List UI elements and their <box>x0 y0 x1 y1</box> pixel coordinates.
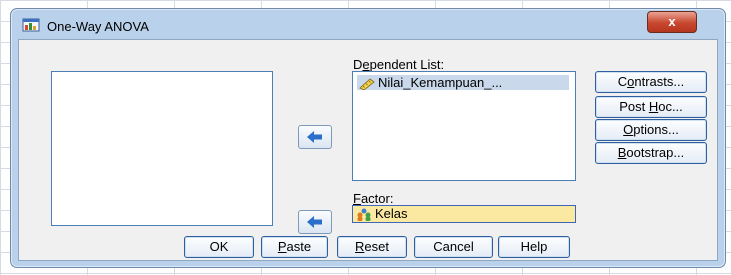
list-item[interactable]: Nilai_Kemampuan_... <box>357 75 569 90</box>
close-button[interactable]: x <box>647 11 697 33</box>
help-button[interactable]: Help <box>498 236 570 258</box>
bootstrap-button[interactable]: Bootstrap... <box>595 142 707 164</box>
title-bar[interactable]: One-Way ANOVA x <box>11 9 725 37</box>
dependent-list[interactable]: Nilai_Kemampuan_... <box>352 71 576 181</box>
factor-label: Factor: <box>353 191 394 206</box>
cancel-button[interactable]: Cancel <box>414 236 493 258</box>
one-way-anova-dialog: One-Way ANOVA x Dependent List: Nilai_Ke… <box>10 8 726 268</box>
close-icon: x <box>668 14 676 29</box>
arrow-left-icon <box>307 131 322 143</box>
spss-app-icon <box>22 18 40 32</box>
paste-button[interactable]: Paste <box>261 236 328 258</box>
arrow-left-icon <box>307 216 322 228</box>
nominal-people-icon <box>357 208 371 222</box>
factor-item: Kelas <box>356 206 408 222</box>
contrasts-button[interactable]: Contrasts... <box>595 71 707 93</box>
dialog-body: Dependent List: Nilai_Kemampuan_... Fact… <box>18 39 718 261</box>
factor-value: Kelas <box>375 206 408 221</box>
post-hoc-button[interactable]: Post Hoc... <box>595 96 707 118</box>
move-to-dependent-button[interactable] <box>298 125 332 149</box>
ruler-scale-icon <box>359 78 375 90</box>
factor-field[interactable]: Kelas <box>352 205 576 223</box>
move-to-factor-button[interactable] <box>298 210 332 234</box>
window-title: One-Way ANOVA <box>47 19 149 34</box>
dependent-variable-label: Nilai_Kemampuan_... <box>378 75 503 90</box>
dependent-list-label: Dependent List: <box>353 57 445 72</box>
source-variable-list[interactable] <box>51 71 273 226</box>
ok-button[interactable]: OK <box>184 236 254 258</box>
options-button[interactable]: Options... <box>595 119 707 141</box>
reset-button[interactable]: Reset <box>337 236 407 258</box>
